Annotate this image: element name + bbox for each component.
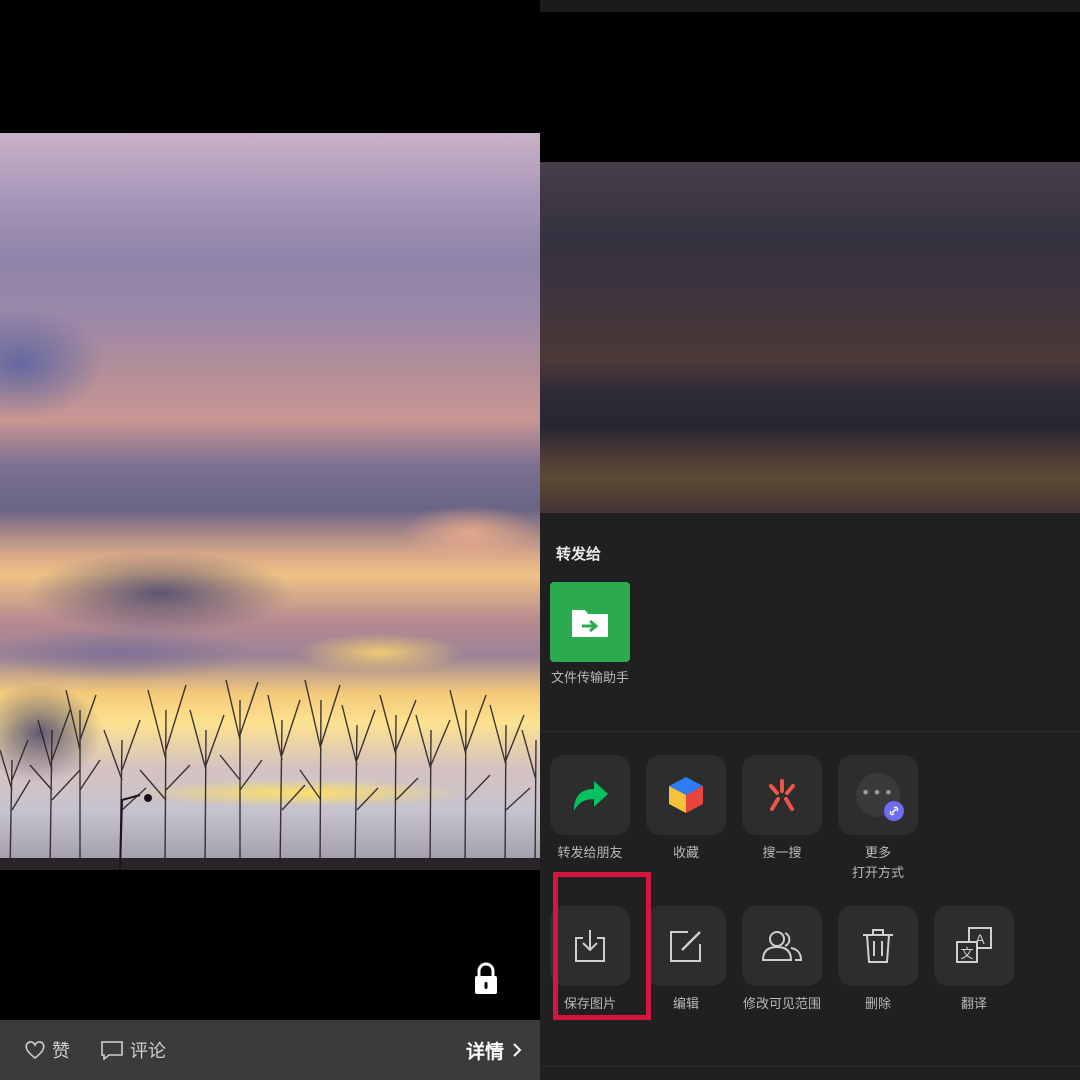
contact-name: 文件传输助手	[550, 671, 629, 686]
translate-icon: A 文	[956, 927, 992, 963]
sheet-title: 转发给	[556, 545, 602, 563]
comment-icon	[101, 1041, 123, 1060]
forward-arrow-icon	[574, 781, 608, 811]
sheet-divider	[540, 731, 1080, 732]
trash-icon	[863, 929, 893, 963]
visibility-range-label: 修改可见范围	[742, 997, 821, 1012]
edit-button[interactable]	[646, 906, 726, 986]
search-one-search-label: 搜一搜	[762, 846, 802, 861]
delete-label: 删除	[864, 997, 891, 1012]
search-one-search-icon	[769, 779, 795, 811]
file-transfer-icon	[572, 610, 608, 637]
privacy-lock-icon[interactable]	[474, 962, 498, 996]
link-badge-icon	[884, 801, 904, 821]
favorite-label: 收藏	[672, 846, 699, 861]
favorite-button[interactable]	[646, 755, 726, 835]
more-open-with-label: 更多 打开方式	[851, 846, 904, 881]
contact-file-transfer[interactable]	[550, 582, 630, 662]
dim-overlay	[540, 162, 1080, 513]
tree-silhouettes	[0, 679, 540, 870]
visibility-range-icon	[761, 931, 803, 961]
forward-to-friend-button[interactable]	[550, 755, 630, 835]
bottom-action-bar: 赞 评论 详情	[0, 1020, 540, 1080]
sunset-photo[interactable]	[0, 133, 540, 870]
translate-button[interactable]: A 文	[934, 906, 1014, 986]
delete-button[interactable]	[838, 906, 918, 986]
more-open-with-button[interactable]: •••	[838, 755, 918, 835]
moments-photo-viewer: 赞 评论 详情	[0, 0, 540, 1080]
translate-label: 翻译	[960, 997, 987, 1012]
search-one-search-button[interactable]	[742, 755, 822, 835]
comment-label: 评论	[130, 1041, 166, 1062]
svg-text:文: 文	[960, 947, 973, 962]
status-strip	[540, 0, 1080, 12]
highlight-box	[553, 872, 651, 1020]
heart-icon	[25, 1041, 45, 1060]
edit-icon	[670, 931, 701, 962]
dimmed-sunset-photo	[540, 162, 1080, 513]
like-label: 赞	[52, 1041, 70, 1062]
edit-label: 编辑	[672, 997, 699, 1012]
forward-to-friend-label: 转发给朋友	[557, 846, 623, 861]
share-action-sheet: 转发给 文件传输助手 转发给朋友 收藏 搜一搜 ••• 更多 打开方式 保存图片…	[540, 513, 1080, 1080]
detail-button[interactable]: 详情	[466, 1037, 522, 1064]
share-sheet-screen: 转发给 文件传输助手 转发给朋友 收藏 搜一搜 ••• 更多 打开方式 保存图片…	[540, 0, 1080, 1080]
favorite-cube-icon	[669, 777, 703, 813]
comment-button[interactable]: 评论	[100, 1037, 166, 1063]
like-button[interactable]: 赞	[24, 1037, 70, 1063]
detail-label: 详情	[465, 1040, 504, 1063]
more-open-with-icon: •••	[856, 773, 904, 821]
visibility-range-button[interactable]	[742, 906, 822, 986]
sheet-bottom-divider	[540, 1066, 1080, 1067]
chevron-right-icon	[513, 1043, 522, 1057]
